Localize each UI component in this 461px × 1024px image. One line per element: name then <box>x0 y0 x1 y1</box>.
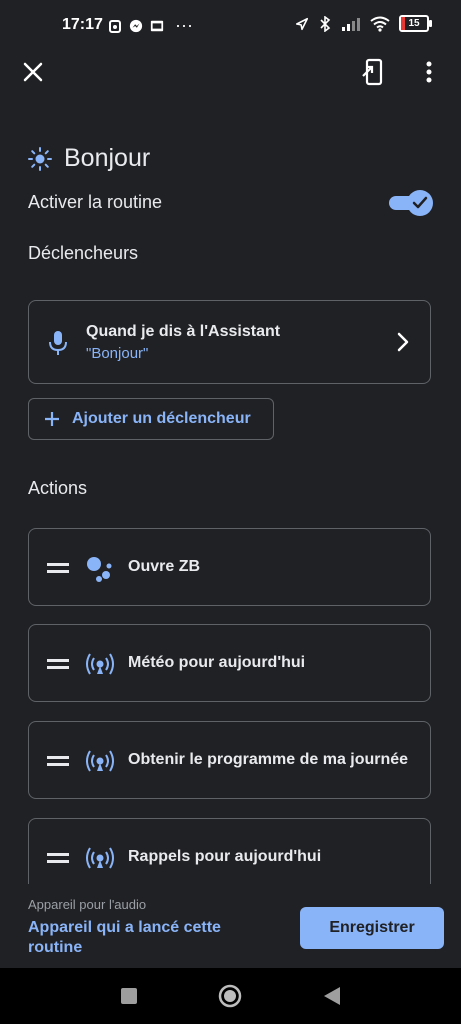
notification-app-icon <box>109 19 121 33</box>
chevron-right-icon <box>397 332 409 352</box>
system-navigation-bar <box>0 968 461 1024</box>
enable-routine-toggle[interactable] <box>389 190 433 216</box>
audio-device-caption: Appareil pour l'audio <box>28 897 147 912</box>
action-item[interactable]: Ouvre ZB <box>28 528 431 606</box>
battery-icon: 15 <box>399 15 432 32</box>
back-button[interactable] <box>320 984 344 1008</box>
microphone-icon <box>49 331 67 355</box>
tv-app-icon <box>150 20 164 31</box>
bottom-action-bar: Appareil pour l'audio Appareil qui a lan… <box>0 884 461 968</box>
notification-icons: ··· <box>108 15 193 36</box>
signal-icon <box>342 17 360 31</box>
broadcast-icon <box>86 847 114 869</box>
drag-handle-icon[interactable] <box>47 852 69 864</box>
home-icon <box>218 984 242 1008</box>
open-on-phone-icon <box>362 58 383 86</box>
audio-device-link[interactable]: Appareil qui a lancé cette routine <box>28 918 248 958</box>
sun-icon <box>28 146 52 171</box>
status-time: 17:17 <box>62 16 103 33</box>
routine-header: Bonjour <box>28 144 150 173</box>
recent-apps-button[interactable] <box>117 984 141 1008</box>
trigger-card[interactable]: Quand je dis à l'Assistant "Bonjour" <box>28 300 431 384</box>
drag-handle-icon[interactable] <box>47 755 69 767</box>
system-icons: 15 <box>295 15 432 32</box>
more-notifications-indicator: ··· <box>175 15 193 35</box>
action-label: Météo pour aujourd'hui <box>128 654 306 671</box>
drag-handle-icon[interactable] <box>47 562 69 574</box>
save-button[interactable]: Enregistrer <box>300 907 444 949</box>
broadcast-icon <box>86 750 114 772</box>
status-bar: 17:17 ··· 15 <box>0 0 461 50</box>
close-button[interactable] <box>18 57 48 87</box>
page-title: Bonjour <box>64 144 151 172</box>
bluetooth-icon <box>320 15 331 32</box>
add-trigger-button[interactable]: Ajouter un déclencheur <box>28 398 274 440</box>
add-trigger-label: Ajouter un déclencheur <box>72 410 251 427</box>
trigger-title: Quand je dis à l'Assistant <box>86 323 281 340</box>
home-button[interactable] <box>218 984 242 1008</box>
back-icon <box>324 987 340 1005</box>
more-vert-icon <box>426 61 432 83</box>
messenger-icon <box>129 19 143 32</box>
action-label: Rappels pour aujourd'hui <box>128 848 322 865</box>
recents-icon <box>121 988 137 1004</box>
open-in-device-button[interactable] <box>356 56 388 88</box>
plus-icon <box>45 412 59 426</box>
more-options-button[interactable] <box>414 56 444 88</box>
actions-section-label: Actions <box>28 478 88 498</box>
battery-level: 15 <box>408 18 420 29</box>
drag-handle-icon[interactable] <box>47 658 69 670</box>
broadcast-icon <box>86 653 114 675</box>
enable-routine-label: Activer la routine <box>28 192 163 212</box>
triggers-section-label: Déclencheurs <box>28 243 139 263</box>
action-item[interactable]: Météo pour aujourd'hui <box>28 624 431 702</box>
google-assistant-icon <box>87 557 112 582</box>
top-app-bar <box>0 50 461 94</box>
trigger-phrase: "Bonjour" <box>86 345 149 362</box>
action-label: Obtenir le programme de ma journée <box>128 751 409 768</box>
check-icon <box>407 190 433 216</box>
action-item[interactable]: Obtenir le programme de ma journée <box>28 721 431 799</box>
location-icon <box>295 17 309 30</box>
close-icon <box>23 62 43 82</box>
action-label: Ouvre ZB <box>128 558 201 575</box>
wifi-icon <box>370 16 390 32</box>
enable-routine-row: Activer la routine <box>28 190 433 218</box>
